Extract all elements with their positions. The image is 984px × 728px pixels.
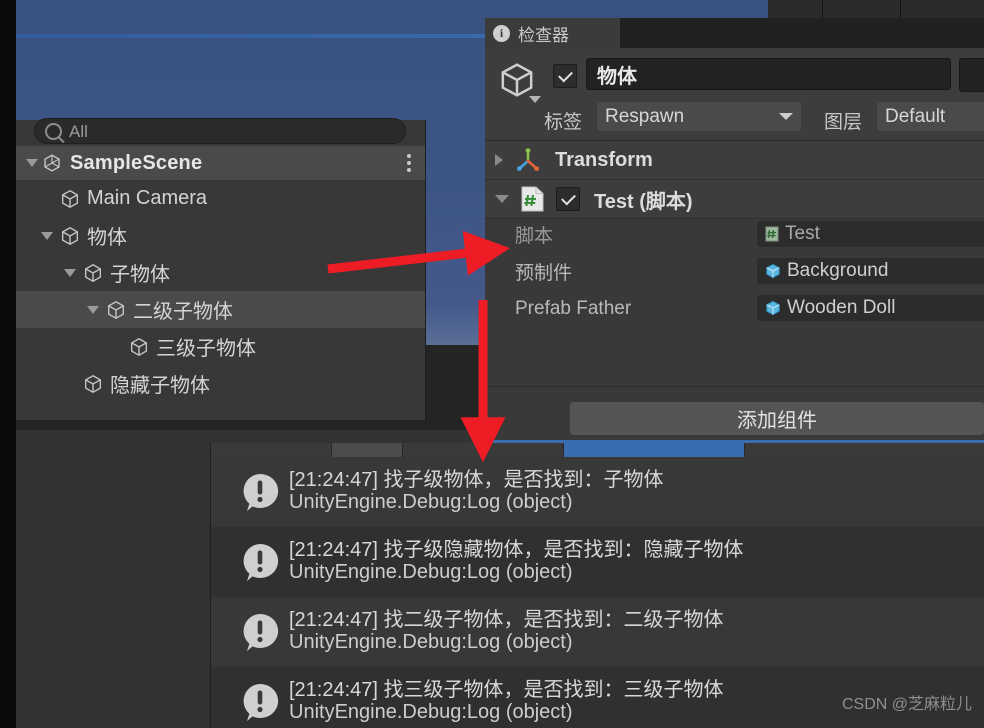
tag-value: Respawn xyxy=(605,105,685,127)
search-icon xyxy=(45,122,62,140)
property-row-2: 预制件 Background xyxy=(485,256,984,287)
tag-dropdown[interactable]: Respawn xyxy=(597,102,801,131)
cube-icon xyxy=(82,262,104,284)
chevron-down-icon[interactable] xyxy=(64,268,76,277)
console-log-list[interactable]: [21:24:47] 找子级物体，是否找到：子物体 UnityEngine.Deb… xyxy=(211,457,984,728)
chevron-right-icon[interactable] xyxy=(495,154,503,166)
csharp-script-icon xyxy=(521,186,544,212)
layer-value: Default xyxy=(885,105,946,127)
inspector-body: 物体 标签 Respawn 图层 Default Transform Test … xyxy=(485,48,984,443)
hierarchy-item-label: 物体 xyxy=(87,227,127,249)
chevron-down-icon[interactable] xyxy=(87,305,99,314)
property-row-3: Prefab Father Wooden Doll xyxy=(485,293,984,324)
log-info-icon xyxy=(239,611,281,653)
component-header-test-script[interactable]: Test (脚本) xyxy=(485,180,984,219)
hierarchy-item-label: 三级子物体 xyxy=(156,338,256,360)
hierarchy-item-3[interactable]: 子物体 xyxy=(16,254,425,291)
property-label: 预制件 xyxy=(515,263,573,284)
hierarchy-search-input[interactable]: All xyxy=(34,118,406,144)
cube-icon xyxy=(105,299,127,321)
log-info-icon xyxy=(239,681,281,723)
cube-icon xyxy=(497,60,537,100)
property-object-field[interactable]: Wooden Doll xyxy=(757,295,984,321)
inspector-tabbar-empty xyxy=(620,18,984,48)
watermark-text: CSDN @芝麻粒儿 xyxy=(841,696,972,713)
layer-label: 图层 xyxy=(824,112,863,133)
console-log-message: [21:24:47] 找子级物体，是否找到：子物体 xyxy=(289,469,664,491)
hierarchy-item-2[interactable]: 物体 xyxy=(16,217,425,254)
prefab-icon xyxy=(765,263,781,279)
chevron-down-icon[interactable] xyxy=(495,195,509,203)
console-log-message: [21:24:47] 找子级隐藏物体，是否找到：隐藏子物体 xyxy=(289,539,744,561)
hierarchy-search-value: All xyxy=(69,121,88,141)
kebab-menu-icon[interactable] xyxy=(407,154,411,172)
console-log-stacktrace: UnityEngine.Debug:Log (object) xyxy=(289,701,573,723)
gameobject-name-input[interactable]: 物体 xyxy=(586,58,951,90)
console-log-message: [21:24:47] 找二级子物体，是否找到：二级子物体 xyxy=(289,609,724,631)
property-label: 脚本 xyxy=(515,226,554,247)
hierarchy-item-1[interactable]: Main Camera xyxy=(16,180,425,217)
left-gutter xyxy=(0,0,16,728)
hierarchy-panel: All SampleScene Main Camera 物体子物体二级子物体三级子… xyxy=(16,118,426,420)
property-label: Prefab Father xyxy=(515,297,632,319)
console-log-entry[interactable]: [21:24:47] 找子级物体，是否找到：子物体 UnityEngine.Deb… xyxy=(211,457,984,527)
property-row-1: 脚本 Test xyxy=(485,219,984,250)
cube-icon xyxy=(82,373,104,395)
hierarchy-item-label: 子物体 xyxy=(110,264,170,286)
console-log-stacktrace: UnityEngine.Debug:Log (object) xyxy=(289,561,573,583)
hierarchy-item-label: 二级子物体 xyxy=(133,301,233,323)
gameobject-enabled-checkbox[interactable] xyxy=(553,64,577,88)
log-info-icon xyxy=(239,471,281,513)
hierarchy-scene-name: SampleScene xyxy=(70,151,203,174)
console-panel: [21:24:47] 找子级物体，是否找到：子物体 UnityEngine.Deb… xyxy=(210,443,984,728)
tag-label: 标签 xyxy=(544,112,583,133)
property-value: Background xyxy=(787,260,889,281)
inspector-panel: i 检查器 物体 标签 Respawn 图层 Default Transform… xyxy=(485,18,984,443)
gameobject-header: 物体 标签 Respawn 图层 Default xyxy=(485,48,984,141)
cube-icon xyxy=(59,225,81,247)
chevron-down-icon xyxy=(779,113,793,120)
inspector-tabbar: i 检查器 xyxy=(485,18,984,48)
property-value: Test xyxy=(785,223,820,244)
property-value: Wooden Doll xyxy=(787,297,896,318)
editor-window: All SampleScene Main Camera 物体子物体二级子物体三级子… xyxy=(0,0,984,728)
hierarchy-item-label: 隐藏子物体 xyxy=(110,375,210,397)
hierarchy-item-4[interactable]: 二级子物体 xyxy=(16,291,425,328)
log-info-icon xyxy=(239,541,281,583)
hierarchy-item-6[interactable]: 隐藏子物体 xyxy=(16,365,425,402)
hierarchy-tree: Main Camera 物体子物体二级子物体三级子物体隐藏子物体 xyxy=(16,180,425,420)
component-header-transform[interactable]: Transform xyxy=(485,141,984,180)
chevron-down-icon[interactable] xyxy=(26,159,38,167)
layer-dropdown[interactable]: Default xyxy=(877,102,984,131)
component-enabled-checkbox[interactable] xyxy=(556,187,580,211)
console-log-stacktrace: UnityEngine.Debug:Log (object) xyxy=(289,491,573,513)
console-log-stacktrace: UnityEngine.Debug:Log (object) xyxy=(289,631,573,653)
tab-inspector[interactable]: i 检查器 xyxy=(485,18,620,48)
hierarchy-item-5[interactable]: 三级子物体 xyxy=(16,328,425,365)
component-title-transform: Transform xyxy=(555,148,653,171)
property-object-field[interactable]: Background xyxy=(757,258,984,284)
transform-axis-icon xyxy=(515,147,541,173)
console-log-entry[interactable]: [21:24:47] 找二级子物体，是否找到：二级子物体 UnityEngine.… xyxy=(211,597,984,667)
component-title-test-script: Test (脚本) xyxy=(594,190,693,213)
inspector-tab-label: 检查器 xyxy=(518,25,569,45)
console-log-entry[interactable]: [21:24:47] 找子级隐藏物体，是否找到：隐藏子物体 UnityEngine… xyxy=(211,527,984,597)
script-asset-icon xyxy=(765,226,779,242)
cube-icon xyxy=(59,188,81,210)
console-toolbar-strip xyxy=(211,443,984,457)
console-log-message: [21:24:47] 找三级子物体，是否找到：三级子物体 xyxy=(289,679,724,701)
component-properties: 脚本 Test 预制件 Background Prefab Father Wooden D… xyxy=(485,219,984,339)
cube-dropdown-icon[interactable] xyxy=(529,96,541,103)
chevron-down-icon[interactable] xyxy=(41,231,53,240)
prefab-icon xyxy=(765,300,781,316)
gameobject-static-field[interactable] xyxy=(959,58,984,92)
cube-icon xyxy=(128,336,150,358)
hierarchy-item-label: Main Camera xyxy=(87,187,208,209)
property-object-field[interactable]: Test xyxy=(757,221,984,247)
add-component-button[interactable]: 添加组件 xyxy=(570,402,984,435)
inspector-divider xyxy=(485,386,984,387)
hierarchy-scene-row[interactable]: SampleScene xyxy=(16,146,425,180)
info-icon: i xyxy=(493,24,510,42)
unity-logo-icon xyxy=(42,153,62,173)
